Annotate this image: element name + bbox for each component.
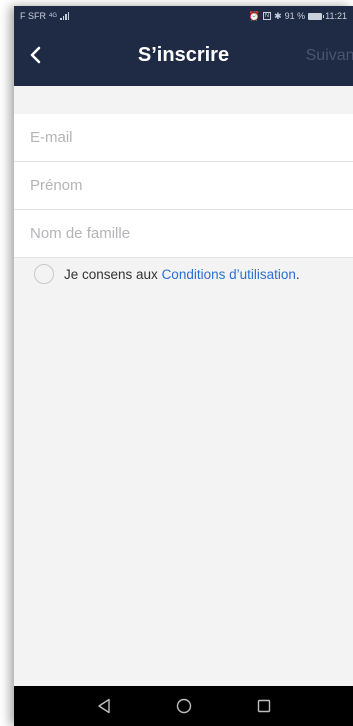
consent-row[interactable]: Je consens aux Conditions d’utilisation.: [34, 264, 300, 284]
nfc-icon: N: [262, 12, 272, 20]
header-bar: S’inscrire Suivant: [14, 26, 353, 86]
nav-home-button[interactable]: [173, 695, 195, 717]
consent-text: Je consens aux Conditions d’utilisation.: [64, 267, 300, 282]
consent-prefix: Je consens aux: [64, 266, 162, 282]
status-bar: F SFR 4G ⏰ N ✱ 91 % 11:21: [14, 6, 353, 26]
back-triangle-icon: [97, 698, 110, 714]
terms-link[interactable]: Conditions d’utilisation: [162, 267, 296, 282]
signup-form: [14, 114, 353, 258]
status-left: F SFR 4G: [20, 11, 70, 21]
battery-text: 91 %: [284, 11, 306, 21]
nav-recents-button[interactable]: [253, 695, 275, 717]
recents-square-icon: [257, 699, 270, 713]
alarm-icon: ⏰: [248, 10, 260, 21]
clock-time: 11:21: [325, 11, 347, 21]
first-name-field[interactable]: [30, 162, 340, 209]
consent-radio[interactable]: [34, 264, 54, 284]
email-field[interactable]: [30, 114, 340, 161]
page-title: S’inscrire: [137, 44, 230, 66]
carrier-label: F SFR: [20, 11, 46, 21]
first-name-field-row: [14, 162, 353, 210]
nav-back-button[interactable]: [93, 695, 115, 717]
battery-icon: [308, 12, 325, 20]
status-right: ⏰ N ✱ 91 % 11:21: [249, 11, 347, 22]
last-name-field[interactable]: [30, 210, 340, 257]
phone-screen: F SFR 4G ⏰ N ✱ 91 % 11:21 S’inscrire Sui…: [14, 6, 353, 726]
consent-suffix: .: [295, 266, 300, 282]
home-circle-icon: [176, 698, 191, 714]
next-button[interactable]: Suivant: [306, 47, 353, 65]
signal-icon: [60, 12, 70, 20]
system-nav-bar: [14, 686, 353, 726]
network-type-label: 4G: [49, 13, 58, 19]
email-field-row: [14, 114, 353, 162]
bluetooth-icon: ✱: [274, 10, 282, 21]
last-name-field-row: [14, 210, 353, 258]
